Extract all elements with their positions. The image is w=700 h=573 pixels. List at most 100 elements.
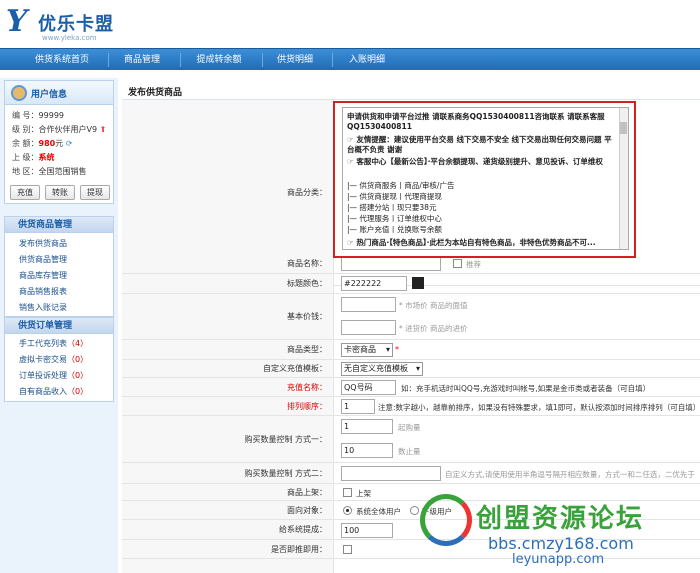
menu-item-complaint[interactable]: 订单投诉处理（0） <box>19 370 88 381</box>
row-sort: 排列顺序： 1 注意:数字越小，越靠前排序，如果没有特殊要求，填1即可，默认按添… <box>122 397 700 416</box>
menu-orders-title[interactable]: 供货订单管理 <box>4 317 114 334</box>
target-all-radio[interactable] <box>343 506 352 515</box>
region-value: 全国范围销售 <box>38 167 87 176</box>
user-avatar-icon <box>11 85 27 101</box>
target-label: 面向对象： <box>122 501 334 519</box>
id-value: 99999 <box>38 111 64 120</box>
qty1-label: 购买数量控制 方式一： <box>122 416 334 462</box>
nav-income-detail[interactable]: 入账明细 <box>336 49 398 71</box>
user-panel-header: 用户信息 <box>4 80 114 104</box>
cost-price-input[interactable] <box>341 320 396 335</box>
user-panel-title: 用户信息 <box>31 90 68 100</box>
sort-label: 排列顺序： <box>122 397 334 415</box>
site-logo[interactable]: Y 优乐卡盟 www.yleka.com <box>6 4 146 44</box>
shelf-text: 上架 <box>356 489 371 498</box>
upgrade-icon[interactable]: ⬆ <box>100 125 107 134</box>
page-title: 发布供货商品 <box>128 88 183 98</box>
shelf-label: 商品上架： <box>122 484 334 500</box>
parent-key: 上 级： <box>12 153 39 162</box>
row-qty2: 购买数量控制 方式二： 自定义方式,请使用使用半角逗号隔开相应数量，方式一和二任… <box>122 463 700 484</box>
parent-value: 系统 <box>38 153 55 162</box>
level-value: 合作伙伴用户V9 <box>38 125 98 134</box>
type-select[interactable]: 卡密商品 <box>341 343 393 357</box>
level-key: 级 别： <box>12 125 39 134</box>
qty2-input[interactable] <box>341 466 441 481</box>
watermark-url: bbs.cmzy168.com <box>488 534 634 553</box>
balance-key: 余 额： <box>12 139 39 148</box>
logo-text: 优乐卡盟 <box>38 14 114 35</box>
qty-max-hint: 数止量 <box>398 447 421 456</box>
shelf-checkbox[interactable] <box>343 488 352 497</box>
menu-item-manage[interactable]: 供货商品管理 <box>19 254 67 265</box>
menu-item-stock[interactable]: 商品库存管理 <box>19 270 67 281</box>
logo-mark: Y <box>6 4 28 39</box>
sort-hint: 注意:数字越小，越靠前排序，如果没有特殊要求，填1即可，默认按添加时间排序排列（… <box>378 403 698 412</box>
watermark-title: 创盟资源论坛 <box>476 504 645 534</box>
id-key: 编 号： <box>12 111 39 120</box>
balance-unit: 元 <box>55 139 64 148</box>
row-qty1: 购买数量控制 方式一： 1 起购量 10 数止量 <box>122 416 700 463</box>
color-swatch[interactable] <box>412 277 424 289</box>
nav-home[interactable]: 供货系统首页 <box>22 49 102 71</box>
user-info: 编 号：99999 级 别：合作伙伴用户V9 ⬆ 余 额：980元 ⟳ 上 级：… <box>4 104 114 204</box>
row-template: 自定义充值模板： 无自定义充值模板 <box>122 360 700 378</box>
type-label: 商品类型： <box>122 340 334 359</box>
nav-goods[interactable]: 商品管理 <box>112 49 172 71</box>
watermark-logo-icon <box>420 494 472 546</box>
commission-label: 给系统提成： <box>122 520 334 539</box>
recharge-name-input[interactable]: QQ号码 <box>341 380 396 395</box>
row-price: 基本价钱： * 市场价 商品的面值 * 进货价 商品的进价 <box>122 294 700 340</box>
nav-supply-detail[interactable]: 供货明细 <box>266 49 324 71</box>
nav-commission[interactable]: 提成转余额 <box>184 49 254 71</box>
balance-value: 980 <box>38 139 56 148</box>
cost-price-hint: * 进货价 商品的进价 <box>399 324 468 333</box>
menu-item-publish[interactable]: 发布供货商品 <box>19 238 67 249</box>
page-header: 发布供货商品 <box>122 78 700 100</box>
recommend-checkbox[interactable] <box>453 259 462 268</box>
region-key: 地 区： <box>12 167 39 176</box>
qty2-hint: 自定义方式,请使用使用半角逗号隔开相应数量，方式一和二任选，二优先于 <box>445 470 695 479</box>
menu-item-income[interactable]: 销售入账记录 <box>19 302 67 313</box>
header: Y 优乐卡盟 www.yleka.com <box>0 0 700 48</box>
menu-item-report[interactable]: 商品销售报表 <box>19 286 67 297</box>
menu-item-manual[interactable]: 手工代充列表（4） <box>19 338 88 349</box>
watermark-url-2: leyunapp.com <box>512 552 605 567</box>
name-label: 商品名称： <box>122 254 334 273</box>
logo-sub: www.yleka.com <box>42 34 97 42</box>
template-label: 自定义充值模板： <box>122 360 334 377</box>
menu-goods: 发布供货商品 供货商品管理 商品库存管理 商品销售报表 销售入账记录 <box>4 233 114 317</box>
qty-min-hint: 起购量 <box>398 423 421 432</box>
qty-max-input[interactable]: 10 <box>341 443 393 458</box>
sort-input[interactable]: 1 <box>341 399 375 414</box>
color-label: 标题颜色： <box>122 274 334 293</box>
transfer-button[interactable]: 转账 <box>45 185 75 200</box>
qty-min-input[interactable]: 1 <box>341 419 393 434</box>
commission-input[interactable]: 100 <box>341 523 393 538</box>
name-input[interactable] <box>341 256 441 271</box>
row-type: 商品类型： 卡密商品 * <box>122 340 700 360</box>
top-nav: 供货系统首页 商品管理 提成转余额 供货明细 入账明细 <box>0 48 700 70</box>
withdraw-button[interactable]: 提现 <box>80 185 110 200</box>
menu-goods-title[interactable]: 供货商品管理 <box>4 216 114 233</box>
market-price-input[interactable] <box>341 297 396 312</box>
refresh-icon[interactable]: ⟳ <box>66 139 73 148</box>
row-color: 标题颜色： #222222 <box>122 274 700 294</box>
menu-orders: 手工代充列表（4） 虚拟卡密交易（0） 订单投诉处理（0） 自有商品收入（0） <box>4 334 114 402</box>
watermark: 创盟资源论坛 bbs.cmzy168.com leyunapp.com <box>398 492 700 573</box>
menu-item-virtual[interactable]: 虚拟卡密交易（0） <box>19 354 88 365</box>
template-select[interactable]: 无自定义充值模板 <box>341 362 423 376</box>
price-label: 基本价钱： <box>122 294 334 339</box>
market-price-hint: * 市场价 商品的面值 <box>399 301 468 310</box>
recharge-button[interactable]: 充值 <box>10 185 40 200</box>
menu-item-own-income[interactable]: 自有商品收入（0） <box>19 386 88 397</box>
row-recharge-name: 充值名称： QQ号码 如：充手机话时叫QQ号,充游戏时叫帐号,如果是金币类或者装… <box>122 378 700 397</box>
recommend-hint: 推荐 <box>466 260 481 269</box>
recharge-hint: 如：充手机话时叫QQ号,充游戏时叫帐号,如果是金币类或者装备（可自填） <box>401 384 651 393</box>
qty2-label: 购买数量控制 方式二： <box>122 463 334 483</box>
recharge-label: 充值名称： <box>122 378 334 396</box>
color-input[interactable]: #222222 <box>341 276 407 291</box>
promo-label: 是否即推即用： <box>122 540 334 558</box>
target-all-text: 系统全体用户 <box>356 507 401 516</box>
promo-checkbox[interactable] <box>343 545 352 554</box>
highlight-frame <box>333 101 636 258</box>
